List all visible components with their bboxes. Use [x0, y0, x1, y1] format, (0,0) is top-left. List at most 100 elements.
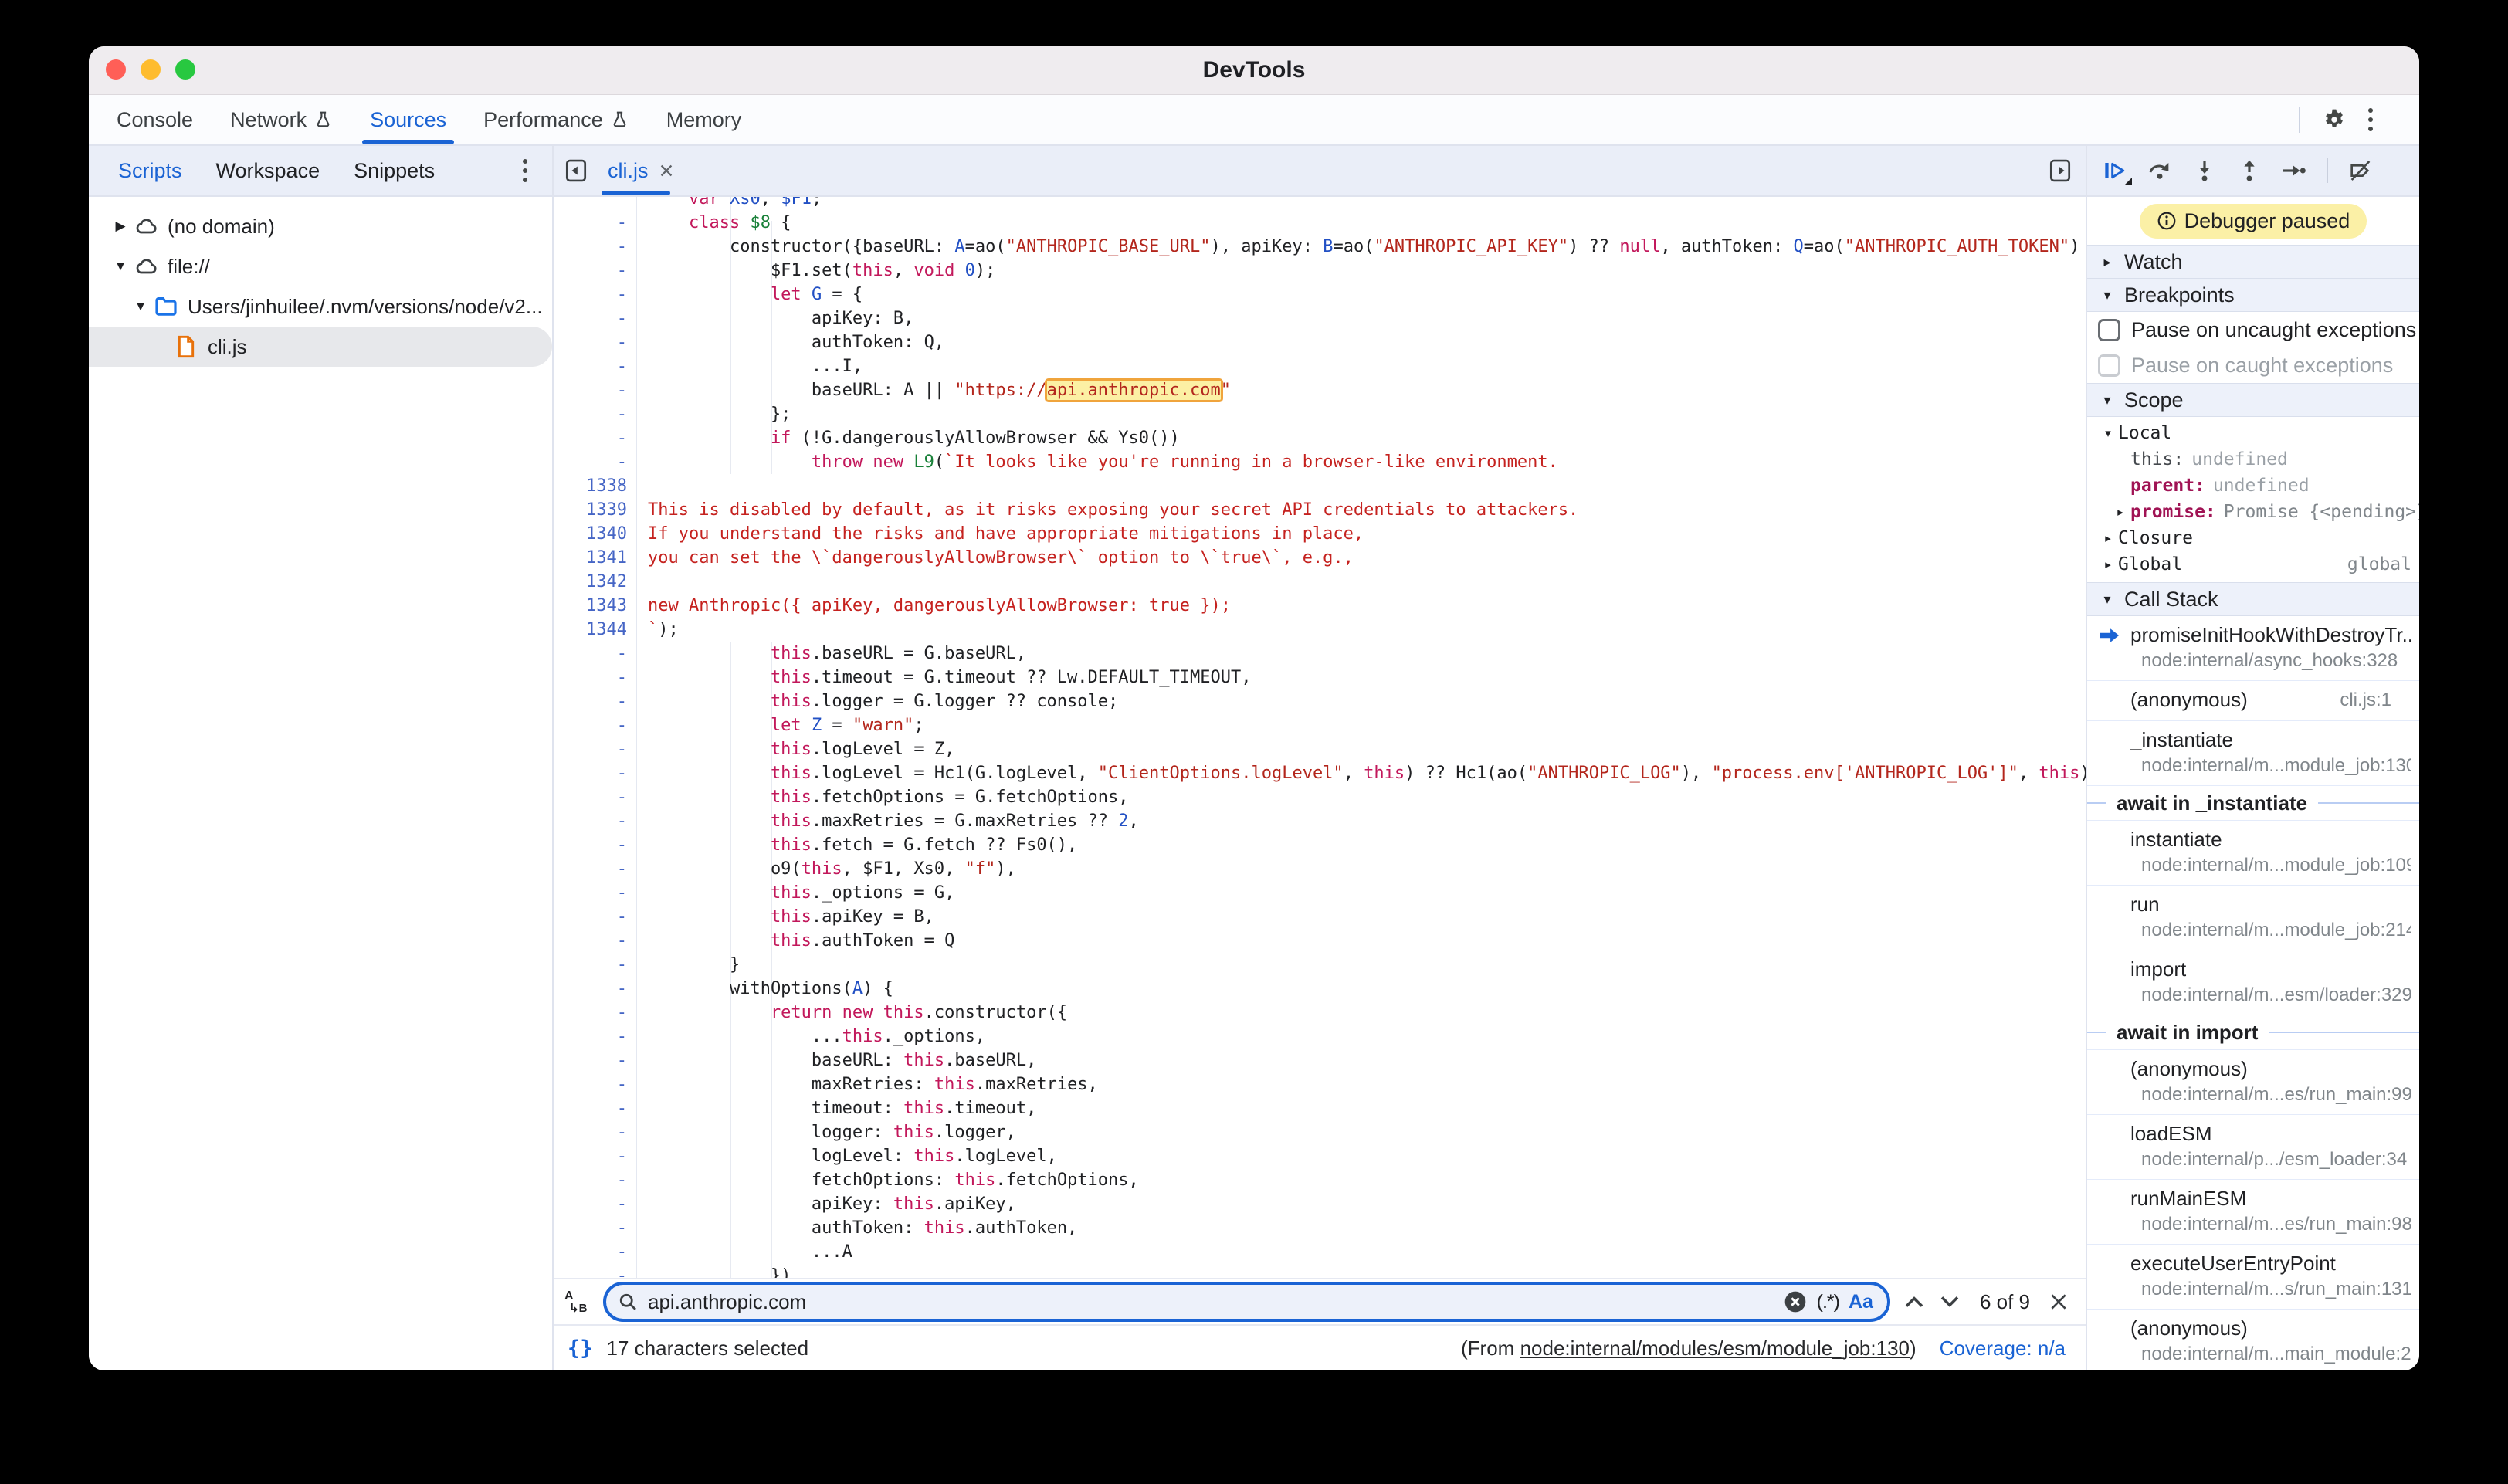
line-number[interactable]: -	[554, 1001, 637, 1025]
line-number[interactable]: 1341	[554, 546, 637, 570]
tree-item-file-[interactable]: ▼file://	[89, 246, 552, 286]
pretty-print-icon[interactable]: {}	[568, 1337, 593, 1360]
scope-row[interactable]: ▸promise:Promise {<pending>}	[2087, 499, 2419, 525]
line-number[interactable]: 1343	[554, 594, 637, 618]
line-number[interactable]: -	[554, 426, 637, 450]
code-line[interactable]: - constructor({baseURL: A=ao("ANTHROPIC_…	[554, 235, 2086, 259]
zoom-window-button[interactable]	[175, 59, 195, 80]
code-line[interactable]: - let Z = "warn";	[554, 713, 2086, 737]
line-number[interactable]: -	[554, 1168, 637, 1192]
call-stack-frame[interactable]: instantiatenode:internal/m...module_job:…	[2087, 821, 2419, 886]
regex-toggle[interactable]: (.*)	[1817, 1291, 1839, 1313]
code-line[interactable]: - o9(this, $F1, Xs0, "f"),	[554, 857, 2086, 881]
call-stack-frame[interactable]: (anonymous)node:internal/m...main_module…	[2087, 1310, 2419, 1370]
breakpoint-option[interactable]: Pause on caught exceptions	[2087, 347, 2419, 383]
code-line[interactable]: - return new this.constructor({	[554, 1001, 2086, 1025]
code-line[interactable]: - ...this._options,	[554, 1025, 2086, 1049]
tree-item--no-domain-[interactable]: ▶(no domain)	[89, 206, 552, 246]
code-line[interactable]: - };	[554, 402, 2086, 426]
deactivate-breakpoints-icon[interactable]	[2348, 158, 2373, 183]
replace-toggle-icon[interactable]: A↳B	[564, 1290, 591, 1314]
line-number[interactable]: -	[554, 1049, 637, 1072]
line-number[interactable]: -	[554, 642, 637, 666]
line-number[interactable]: -	[554, 833, 637, 857]
call-stack-frame[interactable]: (anonymous)node:internal/m...es/run_main…	[2087, 1050, 2419, 1115]
tab-memory[interactable]: Memory	[648, 95, 761, 144]
code-line[interactable]: - throw new L9(`It looks like you're run…	[554, 450, 2086, 474]
line-number[interactable]: -	[554, 1120, 637, 1144]
code-line[interactable]: - withOptions(A) {	[554, 977, 2086, 1001]
hide-navigator-icon[interactable]	[564, 158, 588, 183]
navigator-tab-scripts[interactable]: Scripts	[101, 146, 199, 195]
line-number[interactable]: -	[554, 1144, 637, 1168]
chevron-collapsed-icon[interactable]: ▸	[2098, 557, 2118, 571]
line-number[interactable]: -	[554, 1240, 637, 1264]
code-line[interactable]: - let G = {	[554, 283, 2086, 307]
code-line[interactable]: 1342	[554, 570, 2086, 594]
line-number[interactable]: -	[554, 402, 637, 426]
code-line[interactable]: - $F1.set(this, void 0);	[554, 259, 2086, 283]
code-line[interactable]: - logger: this.logger,	[554, 1120, 2086, 1144]
section-breakpoints[interactable]: ▾Breakpoints	[2087, 279, 2419, 312]
line-number[interactable]: -	[554, 1192, 637, 1216]
call-stack-frame[interactable]: loadESMnode:internal/p.../esm_loader:34	[2087, 1115, 2419, 1180]
step-icon[interactable]	[2282, 158, 2306, 183]
code-line[interactable]: - this.apiKey = B,	[554, 905, 2086, 929]
line-number[interactable]: -	[554, 737, 637, 761]
code-line[interactable]: 1338	[554, 474, 2086, 498]
code-line[interactable]: - fetchOptions: this.fetchOptions,	[554, 1168, 2086, 1192]
close-window-button[interactable]	[106, 59, 126, 80]
code-line[interactable]: - this.logLevel = Hc1(G.logLevel, "Clien…	[554, 761, 2086, 785]
more-options-icon[interactable]	[2368, 108, 2373, 131]
tab-sources[interactable]: Sources	[351, 95, 465, 144]
code-line[interactable]: - baseURL: A || "https://api.anthropic.c…	[554, 378, 2086, 402]
code-line[interactable]: - authToken: Q,	[554, 330, 2086, 354]
scope-row[interactable]: ▸Closure	[2087, 525, 2419, 551]
chevron-expanded-icon[interactable]: ▾	[2098, 426, 2118, 440]
code-view[interactable]: var Xs0, $F1;- class $8 {- constructor({…	[554, 197, 2086, 1278]
line-number[interactable]: 1342	[554, 570, 637, 594]
line-number[interactable]: -	[554, 929, 637, 953]
line-number[interactable]: -	[554, 761, 637, 785]
section-scope[interactable]: ▾Scope	[2087, 383, 2419, 417]
call-stack-frame[interactable]: runnode:internal/m...module_job:214	[2087, 886, 2419, 950]
source-origin-link[interactable]: node:internal/modules/esm/module_job:130	[1520, 1337, 1910, 1360]
section-call-stack[interactable]: ▾Call Stack	[2087, 582, 2419, 616]
tree-item-users-jinhuilee-nvm-versions-node-v2-[interactable]: ▼Users/jinhuilee/.nvm/versions/node/v2..…	[89, 286, 552, 327]
code-line[interactable]: - })	[554, 1264, 2086, 1278]
show-debugger-sidebar-icon[interactable]	[2049, 158, 2072, 183]
call-stack-frame[interactable]: (anonymous)cli.js:1	[2087, 681, 2419, 721]
navigator-tab-snippets[interactable]: Snippets	[337, 146, 452, 195]
code-line[interactable]: - }	[554, 953, 2086, 977]
chevron-collapsed-icon[interactable]: ▸	[2098, 531, 2118, 545]
scope-row[interactable]: this:undefined	[2087, 446, 2419, 473]
line-number[interactable]: -	[554, 666, 637, 689]
code-line[interactable]: - ...I,	[554, 354, 2086, 378]
step-over-icon[interactable]	[2147, 158, 2172, 183]
code-line[interactable]: - ...A	[554, 1240, 2086, 1264]
close-find-bar-icon[interactable]	[2049, 1292, 2069, 1312]
minimize-window-button[interactable]	[141, 59, 161, 80]
call-stack-frame[interactable]: executeUserEntryPointnode:internal/m...s…	[2087, 1245, 2419, 1310]
line-number[interactable]: -	[554, 450, 637, 474]
code-line[interactable]: - this.timeout = G.timeout ?? Lw.DEFAULT…	[554, 666, 2086, 689]
code-line[interactable]: - this.logLevel = Z,	[554, 737, 2086, 761]
tab-network[interactable]: Network	[212, 95, 351, 144]
tree-item-cli-js[interactable]: cli.js	[89, 327, 552, 367]
clear-search-icon[interactable]	[1783, 1289, 1808, 1314]
code-line[interactable]: 1339This is disabled by default, as it r…	[554, 498, 2086, 522]
line-number[interactable]: -	[554, 689, 637, 713]
line-number[interactable]: -	[554, 307, 637, 330]
code-line[interactable]: var Xs0, $F1;	[554, 197, 2086, 211]
step-out-icon[interactable]	[2237, 158, 2262, 183]
resume-script-icon[interactable]	[2103, 158, 2127, 183]
code-line[interactable]: - maxRetries: this.maxRetries,	[554, 1072, 2086, 1096]
line-number[interactable]: -	[554, 1216, 637, 1240]
scope-row[interactable]: parent:undefined	[2087, 473, 2419, 499]
next-match-icon[interactable]	[1938, 1294, 1961, 1310]
code-line[interactable]: - this.baseURL = G.baseURL,	[554, 642, 2086, 666]
chevron-collapsed-icon[interactable]: ▶	[109, 219, 132, 234]
line-number[interactable]	[554, 197, 637, 211]
call-stack-frame[interactable]: runMainESMnode:internal/m...es/run_main:…	[2087, 1180, 2419, 1245]
line-number[interactable]: -	[554, 1025, 637, 1049]
